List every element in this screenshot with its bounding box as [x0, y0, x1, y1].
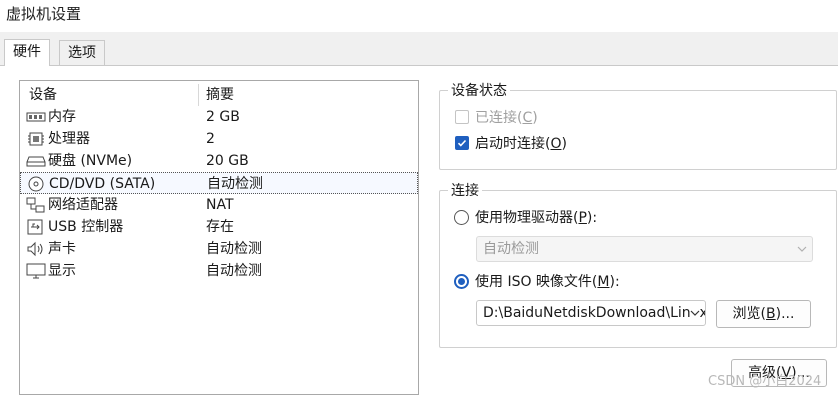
device-summary: 2 [206, 131, 215, 147]
summary-column-header[interactable]: 摘要 [206, 85, 234, 105]
hard-disk-icon [26, 156, 46, 167]
device-summary: 自动检测 [206, 241, 262, 257]
connect-at-power-on-checkbox[interactable] [455, 136, 469, 150]
device-name: 显示 [48, 263, 76, 279]
physical-drive-label[interactable]: 使用物理驱动器(P): [475, 207, 597, 227]
processor-icon [28, 132, 44, 146]
device-row-sound-card[interactable]: 声卡 自动检测 [20, 238, 418, 260]
device-name: 内存 [48, 109, 76, 125]
connect-at-power-on-label[interactable]: 启动时连接(O) [475, 133, 567, 153]
device-name: USB 控制器 [48, 219, 124, 235]
device-status-label: 设备状态 [448, 80, 510, 100]
device-name: CD/DVD (SATA) [49, 176, 156, 192]
device-name: 网络适配器 [48, 197, 118, 213]
connection-label: 连接 [448, 180, 482, 200]
device-summary: 存在 [206, 219, 234, 235]
usb-icon [27, 219, 43, 235]
physical-drive-value: 自动检测 [483, 241, 539, 257]
tab-hardware-label: 硬件 [13, 44, 41, 60]
speaker-icon [27, 241, 43, 257]
device-list[interactable]: 设备 摘要 内存 2 GB 处理器 2 硬盘 (NVMe) 20 GB CD/D… [19, 80, 419, 395]
watermark: CSDN @小白2024 [708, 374, 822, 389]
device-status-group: 设备状态 [439, 80, 837, 170]
tab-hardware[interactable]: 硬件 [4, 39, 50, 66]
column-divider[interactable] [198, 84, 199, 106]
device-summary: 20 GB [206, 153, 249, 169]
tab-strip: 硬件 选项 [0, 39, 838, 66]
device-column-header[interactable]: 设备 [29, 85, 57, 105]
iso-image-label[interactable]: 使用 ISO 映像文件(M): [475, 271, 620, 291]
physical-drive-radio[interactable] [454, 210, 469, 225]
browse-button[interactable]: 浏览(B)... [716, 300, 811, 328]
cd-dvd-icon [28, 176, 44, 192]
physical-drive-select[interactable]: 自动检测 [476, 236, 813, 262]
window-title: 虚拟机设置 [6, 5, 82, 23]
tab-options-label: 选项 [68, 45, 96, 61]
device-summary: NAT [206, 197, 234, 213]
device-summary: 2 GB [206, 109, 240, 125]
connected-checkbox[interactable] [455, 110, 469, 124]
device-name: 处理器 [48, 131, 90, 147]
device-row-cd-dvd[interactable]: CD/DVD (SATA) 自动检测 [20, 172, 418, 194]
tab-options[interactable]: 选项 [59, 40, 105, 65]
device-name: 声卡 [48, 241, 76, 257]
checkmark-icon [457, 139, 467, 147]
iso-path-select[interactable]: D:\BaiduNetdiskDownload\Linux [476, 300, 706, 326]
iso-path-value: D:\BaiduNetdiskDownload\Linux [483, 305, 706, 321]
device-row-usb-controller[interactable]: USB 控制器 存在 [20, 216, 418, 238]
connected-label: 已连接(C) [475, 110, 538, 126]
device-name: 硬盘 (NVMe) [48, 153, 133, 169]
device-row-memory[interactable]: 内存 2 GB [20, 106, 418, 128]
network-adapter-icon [26, 197, 45, 213]
memory-icon [26, 112, 46, 122]
device-summary: 自动检测 [207, 176, 263, 192]
device-row-network-adapter[interactable]: 网络适配器 NAT [20, 194, 418, 216]
device-summary: 自动检测 [206, 263, 262, 279]
chevron-down-icon [690, 308, 700, 318]
monitor-icon [26, 263, 46, 279]
device-row-hard-disk[interactable]: 硬盘 (NVMe) 20 GB [20, 150, 418, 172]
chevron-down-icon [797, 246, 807, 252]
device-row-processor[interactable]: 处理器 2 [20, 128, 418, 150]
iso-image-radio[interactable] [454, 274, 469, 289]
device-row-display[interactable]: 显示 自动检测 [20, 260, 418, 282]
title-bar: 虚拟机设置 [0, 0, 838, 32]
